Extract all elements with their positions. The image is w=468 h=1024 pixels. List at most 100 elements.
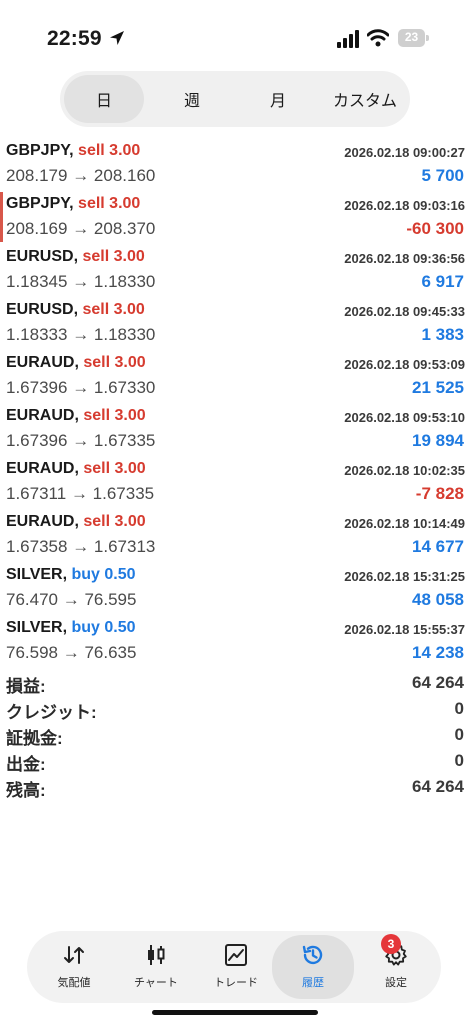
deal-symbol: EURAUD,: [6, 460, 79, 477]
deal-profit: 21 525: [412, 378, 464, 397]
deal-time: 2026.02.18 15:55:37: [344, 622, 465, 637]
tab-day[interactable]: 日: [64, 75, 144, 123]
deal-profit: 1 383: [421, 325, 464, 344]
quotes-arrows-icon: [64, 946, 84, 964]
deal-symbol: EURUSD,: [6, 248, 79, 265]
deal-row[interactable]: EURAUD, sell 3.00 2026.02.18 09:53:09 1.…: [0, 349, 468, 402]
deal-prices: 1.18333 → 1.18330: [6, 325, 156, 344]
tab-quotes[interactable]: 気配値: [33, 931, 115, 1003]
deal-time: 2026.02.18 10:02:35: [344, 463, 465, 478]
trade-line-chart-icon: [225, 944, 247, 966]
deal-time: 2026.02.18 09:36:56: [344, 251, 465, 266]
summary-label: 残高:: [6, 781, 46, 800]
summary-withdrawal: 出金: 0: [6, 750, 464, 776]
deal-time: 2026.02.18 10:14:49: [344, 516, 465, 531]
history-clock-icon: [302, 945, 323, 965]
summary-balance: 残高: 64 264: [6, 776, 464, 802]
deal-profit: -7 828: [415, 484, 464, 503]
deal-row[interactable]: EURUSD, sell 3.00 2026.02.18 09:45:33 1.…: [0, 296, 468, 349]
deal-symbol: EURAUD,: [6, 354, 79, 371]
deal-prices: 1.67396 → 1.67330: [6, 378, 156, 397]
deal-symbol: EURAUD,: [6, 513, 79, 530]
summary-profit: 損益: 64 264: [6, 672, 464, 698]
candlestick-chart-icon: [148, 945, 165, 965]
deal-side: sell 3.00: [82, 248, 145, 265]
deal-row[interactable]: EURUSD, sell 3.00 2026.02.18 09:36:56 1.…: [0, 243, 468, 296]
tab-month[interactable]: 月: [238, 75, 318, 123]
deal-row[interactable]: EURAUD, sell 3.00 2026.02.18 10:02:35 1.…: [0, 455, 468, 508]
deal-symbol: GBPJPY,: [6, 142, 74, 159]
location-arrow-icon: [110, 31, 124, 45]
deal-profit: 14 677: [412, 537, 464, 556]
deal-row[interactable]: SILVER, buy 0.50 2026.02.18 15:31:25 76.…: [0, 561, 468, 614]
tab-history[interactable]: 履歴: [272, 935, 354, 999]
tab-label: 履歴: [302, 977, 324, 989]
selected-row-indicator: [0, 192, 3, 242]
deal-side: sell 3.00: [78, 195, 141, 212]
deal-row[interactable]: GBPJPY, sell 3.00 2026.02.18 09:00:27 20…: [0, 137, 468, 190]
deal-symbol: EURUSD,: [6, 301, 79, 318]
deal-symbol: SILVER,: [6, 619, 68, 636]
deal-time: 2026.02.18 09:53:10: [344, 410, 465, 425]
summary-label: 損益:: [6, 677, 46, 696]
status-time: 22:59: [47, 27, 102, 50]
summary-value: 0: [454, 751, 464, 770]
deal-row[interactable]: GBPJPY, sell 3.00 2026.02.18 09:03:16 20…: [0, 190, 468, 243]
deal-row[interactable]: EURAUD, sell 3.00 2026.02.18 10:14:49 1.…: [0, 508, 468, 561]
deal-profit: 14 238: [412, 643, 464, 662]
deal-prices: 1.18345 → 1.18330: [6, 272, 156, 291]
deal-profit: -60 300: [406, 219, 464, 238]
tab-chart[interactable]: チャート: [115, 931, 197, 1003]
deal-prices: 1.67358 → 1.67313: [6, 537, 156, 556]
notification-badge: 3: [381, 934, 401, 954]
tab-label: チャート: [134, 977, 178, 989]
tab-trade[interactable]: トレード: [195, 931, 277, 1003]
deal-side: sell 3.00: [82, 301, 145, 318]
period-selector: 日 週 月 カスタム: [60, 71, 410, 127]
summary-value: 64 264: [412, 673, 464, 692]
deal-symbol: SILVER,: [6, 566, 68, 583]
summary-credit: クレジット: 0: [6, 698, 464, 724]
deal-time: 2026.02.18 09:03:16: [344, 198, 465, 213]
battery-icon: 23: [398, 29, 429, 47]
cellular-signal-icon: [337, 30, 359, 48]
deal-side: sell 3.00: [83, 513, 146, 530]
home-indicator: [152, 1010, 318, 1015]
deal-side: sell 3.00: [83, 460, 146, 477]
summary-label: 証拠金:: [6, 729, 63, 748]
summary-value: 0: [454, 699, 464, 718]
tab-custom[interactable]: カスタム: [322, 75, 408, 123]
status-bar: 22:59 23: [0, 0, 468, 70]
deal-prices: 1.67396 → 1.67335: [6, 431, 156, 450]
deal-time: 2026.02.18 09:00:27: [344, 145, 465, 160]
battery-level: 23: [404, 30, 419, 44]
tab-label: トレード: [214, 977, 258, 989]
summary-label: クレジット:: [6, 703, 97, 722]
deal-prices: 208.169 → 208.370: [6, 219, 156, 238]
deal-time: 2026.02.18 09:53:09: [344, 357, 465, 372]
tab-label: 設定: [385, 977, 407, 989]
summary-value: 0: [454, 725, 464, 744]
deal-prices: 208.179 → 208.160: [6, 166, 156, 185]
deal-time: 2026.02.18 15:31:25: [344, 569, 465, 584]
deal-side: sell 3.00: [83, 354, 146, 371]
deal-profit: 48 058: [412, 590, 464, 609]
tab-week[interactable]: 週: [152, 75, 232, 123]
deal-side: buy 0.50: [71, 619, 136, 636]
deal-profit: 6 917: [421, 272, 464, 291]
deal-side: buy 0.50: [71, 566, 136, 583]
deal-row[interactable]: SILVER, buy 0.50 2026.02.18 15:55:37 76.…: [0, 614, 468, 667]
deal-profit: 19 894: [412, 431, 464, 450]
deal-prices: 76.598 → 76.635: [6, 643, 137, 662]
deal-prices: 1.67311 → 1.67335: [6, 484, 155, 503]
summary-label: 出金:: [6, 755, 46, 774]
tab-label: 気配値: [57, 977, 91, 989]
summary-value: 64 264: [412, 777, 464, 796]
deal-time: 2026.02.18 09:45:33: [344, 304, 465, 319]
wifi-icon: [367, 29, 389, 47]
deal-symbol: GBPJPY,: [6, 195, 74, 212]
deal-row[interactable]: EURAUD, sell 3.00 2026.02.18 09:53:10 1.…: [0, 402, 468, 455]
summary-deposit: 証拠金: 0: [6, 724, 464, 750]
deal-profit: 5 700: [421, 166, 464, 185]
deal-symbol: EURAUD,: [6, 407, 79, 424]
